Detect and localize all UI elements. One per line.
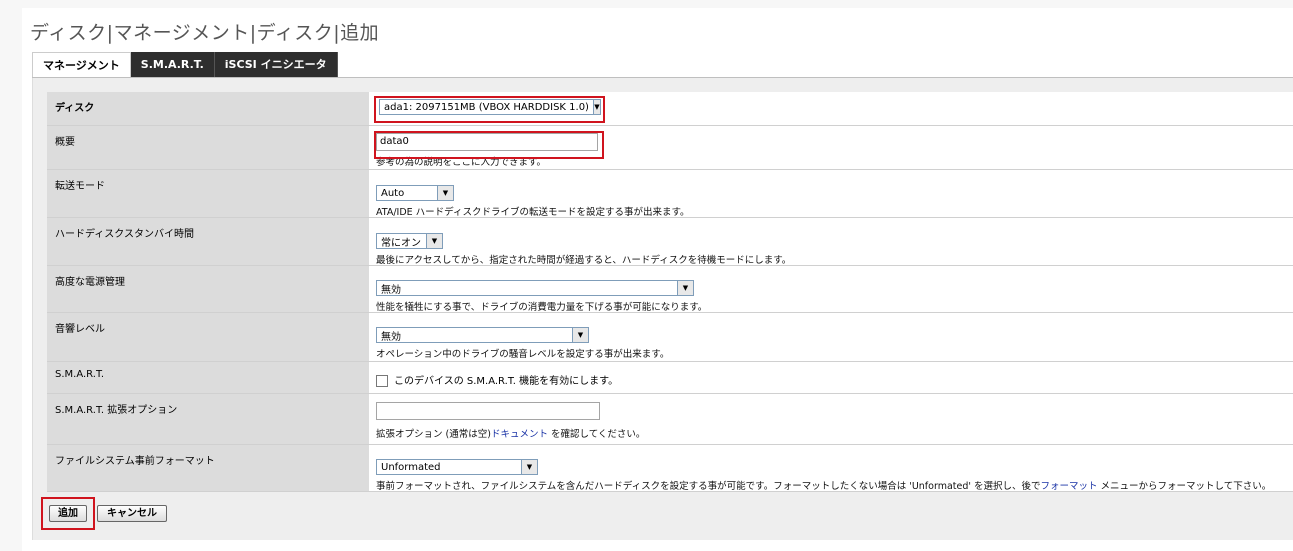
power-management-select[interactable]: 無効 ▼ — [376, 280, 694, 296]
preformat-label: ファイルシステム事前フォーマット — [47, 445, 369, 491]
chevron-down-icon: ▼ — [437, 186, 453, 200]
smart-options-help: 拡張オプション (通常は空)ドキュメント を確認してください。 — [376, 429, 646, 440]
smart-options-label: S.M.A.R.T. 拡張オプション — [47, 394, 369, 444]
chevron-down-icon: ▼ — [426, 234, 442, 248]
acoustic-level-select[interactable]: 無効 ▼ — [376, 327, 589, 343]
chevron-down-icon: ▼ — [521, 460, 537, 474]
smart-checkbox-label: このデバイスの S.M.A.R.T. 機能を有効にします。 — [394, 376, 619, 387]
highlight-disk-select — [374, 96, 605, 123]
power-management-help: 性能を犠牲にする事で、ドライブの消費電力量を下げる事が可能になります。 — [376, 302, 708, 313]
smart-options-input[interactable] — [376, 402, 600, 420]
chevron-down-icon: ▼ — [572, 328, 588, 342]
tab-iscsi-initiator[interactable]: iSCSI イニシエータ — [214, 52, 338, 77]
highlight-description-input — [374, 131, 604, 159]
row-standby-time: ハードディスクスタンバイ時間 常にオン ▼ 最後にアクセスしてから、指定された時… — [47, 218, 1293, 266]
transfer-mode-label: 転送モード — [47, 170, 369, 217]
page-title: ディスク|マネージメント|ディスク|追加 — [30, 22, 380, 44]
power-management-label: 高度な電源管理 — [47, 266, 369, 312]
standby-time-help: 最後にアクセスしてから、指定された時間が経過すると、ハードディスクを待機モードに… — [376, 255, 792, 266]
transfer-mode-help: ATA/IDE ハードディスクドライブの転送モードを設定する事が出来ます。 — [376, 207, 690, 218]
tab-management[interactable]: マネージメント — [32, 52, 131, 78]
tab-bar: マネージメント S.M.A.R.T. iSCSI イニシエータ — [32, 52, 338, 78]
row-acoustic-level: 音響レベル 無効 ▼ オペレーション中のドライブの騒音レベルを設定する事が出来ま… — [47, 313, 1293, 362]
add-button[interactable]: 追加 — [49, 505, 87, 522]
format-link[interactable]: フォーマット — [1041, 481, 1098, 492]
cancel-button[interactable]: キャンセル — [97, 505, 167, 522]
preformat-select[interactable]: Unformated ▼ — [376, 459, 538, 475]
acoustic-level-label: 音響レベル — [47, 313, 369, 361]
disk-label: ディスク — [47, 92, 369, 125]
description-label: 概要 — [47, 126, 369, 169]
chevron-down-icon: ▼ — [677, 281, 693, 295]
standby-time-label: ハードディスクスタンバイ時間 — [47, 218, 369, 265]
smart-label: S.M.A.R.T. — [47, 362, 369, 393]
row-transfer-mode: 転送モード Auto ▼ ATA/IDE ハードディスクドライブの転送モードを設… — [47, 170, 1293, 218]
transfer-mode-select[interactable]: Auto ▼ — [376, 185, 454, 201]
smart-checkbox[interactable] — [376, 375, 388, 387]
documentation-link[interactable]: ドキュメント — [491, 429, 548, 440]
standby-time-select[interactable]: 常にオン ▼ — [376, 233, 443, 249]
row-smart-options: S.M.A.R.T. 拡張オプション 拡張オプション (通常は空)ドキュメント … — [47, 394, 1293, 445]
row-preformat: ファイルシステム事前フォーマット Unformated ▼ 事前フォーマットされ… — [47, 445, 1293, 492]
row-smart: S.M.A.R.T. このデバイスの S.M.A.R.T. 機能を有効にします。 — [47, 362, 1293, 394]
row-disk: ディスク ada1: 2097151MB (VBOX HARDDISK 1.0)… — [47, 92, 1293, 126]
tab-smart[interactable]: S.M.A.R.T. — [130, 52, 215, 77]
preformat-help: 事前フォーマットされ、ファイルシステムを含んだハードディスクを設定する事が可能で… — [376, 481, 1272, 492]
acoustic-level-help: オペレーション中のドライブの騒音レベルを設定する事が出来ます。 — [376, 349, 670, 360]
row-power-management: 高度な電源管理 無効 ▼ 性能を犠牲にする事で、ドライブの消費電力量を下げる事が… — [47, 266, 1293, 313]
row-description: 概要 data0 参考の為の説明をここに入力できます。 — [47, 126, 1293, 170]
